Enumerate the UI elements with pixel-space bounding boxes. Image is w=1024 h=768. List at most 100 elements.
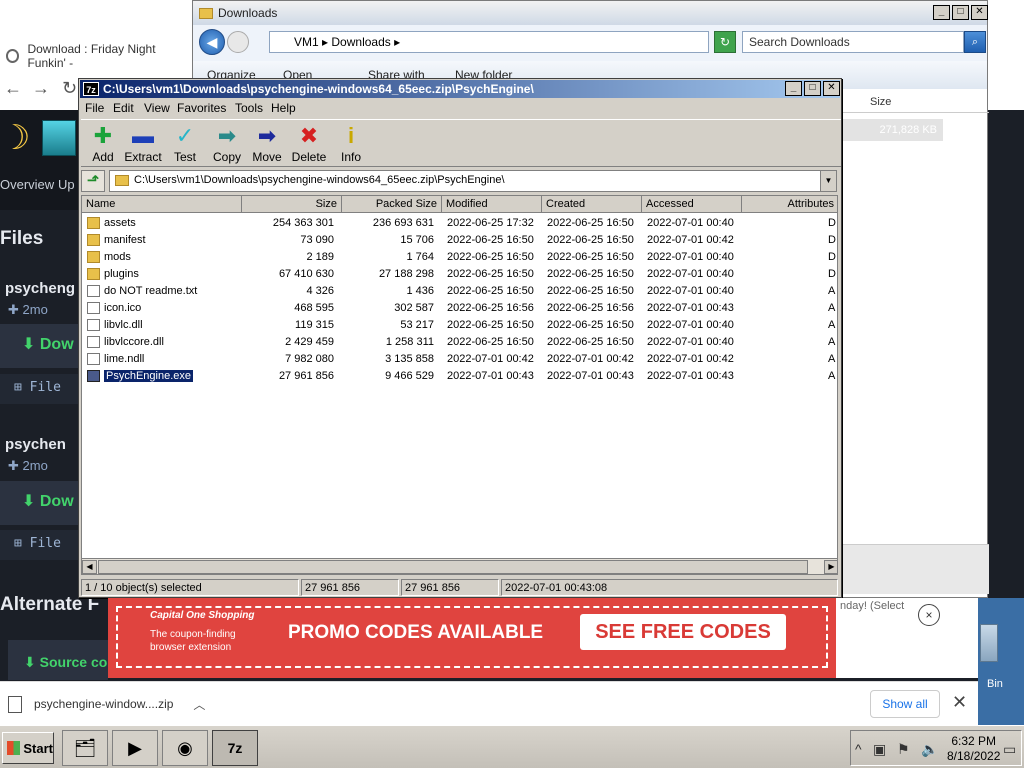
taskbar-media-player-icon[interactable]: ▶ xyxy=(112,730,158,766)
browser-tab[interactable]: Download : Friday Night Funkin' - xyxy=(0,40,195,72)
scroll-left-icon[interactable]: ◀ xyxy=(82,560,97,574)
nav-updates[interactable]: Up xyxy=(58,177,75,192)
move-button[interactable]: ➡ Move xyxy=(245,122,289,166)
clock[interactable]: 6:32 PM 8/18/2022 xyxy=(947,734,1000,764)
table-row[interactable]: plugins 67 410 630 27 188 298 2022-06-25 16… xyxy=(82,266,837,283)
search-input[interactable]: Search Downloads xyxy=(742,31,964,53)
menu-file[interactable]: File xyxy=(85,101,104,115)
cell-accessed: 2022-07-01 00:43 xyxy=(647,370,734,382)
test-button[interactable]: ✓ Test xyxy=(163,122,207,166)
cell-modified: 2022-06-25 16:56 xyxy=(447,302,534,314)
refresh-icon[interactable]: ↻ xyxy=(714,31,736,53)
menu-view[interactable]: View xyxy=(144,101,170,115)
table-row[interactable]: icon.ico 468 595 302 587 2022-06-25 16:56 20… xyxy=(82,300,837,317)
minimize-icon[interactable]: _ xyxy=(933,5,950,20)
file-button[interactable]: ⊞ File xyxy=(0,374,80,404)
file-button[interactable]: ⊞ File xyxy=(0,530,80,560)
cell-size: 2 189 xyxy=(306,251,334,263)
column-header-size[interactable]: Size xyxy=(843,91,989,113)
action-center-icon[interactable]: ⚑ xyxy=(897,741,910,758)
sevenzip-titlebar[interactable]: 7z C:\Users\vm1\Downloads\psychengine-wi… xyxy=(80,80,840,98)
file-icon xyxy=(87,353,100,365)
start-button[interactable]: Start xyxy=(2,732,54,764)
forward-icon[interactable] xyxy=(227,31,249,53)
chevron-down-icon[interactable]: ▼ xyxy=(820,171,836,191)
network-icon[interactable]: ▣ xyxy=(873,741,886,758)
column-packed-size[interactable]: Packed Size xyxy=(342,196,442,213)
extract-button[interactable]: ▬ Extract xyxy=(121,122,165,166)
table-row[interactable]: manifest 73 090 15 706 2022-06-25 16:50 2022… xyxy=(82,232,837,249)
cell-created: 2022-06-25 16:50 xyxy=(547,268,634,280)
table-row[interactable]: mods 2 189 1 764 2022-06-25 16:50 2022-06-25… xyxy=(82,249,837,266)
avatar[interactable] xyxy=(42,120,76,156)
download-button[interactable]: ⬇ Dow xyxy=(0,324,80,368)
menu-tools[interactable]: Tools xyxy=(235,101,263,115)
close-icon[interactable]: ✕ xyxy=(971,5,988,20)
forward-arrow-icon[interactable]: → xyxy=(32,78,50,99)
download-item[interactable]: psychengine-window....zip ︿ xyxy=(0,682,210,726)
reload-icon[interactable]: ↻ xyxy=(62,78,77,99)
ad-cta-button[interactable]: SEE FREE CODES xyxy=(580,614,786,650)
ad-close-button[interactable]: × xyxy=(918,604,940,626)
copy-button[interactable]: ➡ Copy xyxy=(205,122,249,166)
cell-accessed: 2022-07-01 00:42 xyxy=(647,353,734,365)
show-desktop-icon[interactable]: ▭ xyxy=(1003,741,1016,758)
table-row[interactable]: PsychEngine.exe 27 961 856 9 466 529 2022-0… xyxy=(82,368,837,385)
explorer-path[interactable]: VM1 ▸ Downloads ▸ xyxy=(269,31,709,53)
table-row[interactable]: libvlc.dll 119 315 53 217 2022-06-25 16:50 2… xyxy=(82,317,837,334)
chevron-up-icon[interactable]: ︿ xyxy=(193,696,205,713)
scroll-right-icon[interactable]: ▶ xyxy=(824,560,837,574)
path-vm[interactable]: VM1 xyxy=(294,35,319,49)
list-header: Name Size Packed Size Modified Created A… xyxy=(82,196,837,213)
add-button[interactable]: ✚ Add xyxy=(81,122,125,166)
cell-created: 2022-07-01 00:43 xyxy=(547,370,634,382)
cell-created: 2022-06-25 16:50 xyxy=(547,336,634,348)
volume-icon[interactable]: 🔈 xyxy=(921,741,938,758)
nav-overview[interactable]: Overview xyxy=(0,177,54,192)
ad-headline: PROMO CODES AVAILABLE xyxy=(288,622,544,643)
minimize-icon[interactable]: _ xyxy=(785,81,802,96)
search-icon[interactable]: ⌕ xyxy=(964,31,986,53)
scroll-thumb[interactable] xyxy=(98,560,808,574)
column-modified[interactable]: Modified xyxy=(442,196,542,213)
ad-banner[interactable]: Capital One Shopping The coupon-finding … xyxy=(108,598,836,678)
taskbar-explorer-icon[interactable]: 🗂 xyxy=(62,730,108,766)
recycle-bin-icon[interactable] xyxy=(980,624,998,662)
column-name[interactable]: Name xyxy=(82,196,242,213)
cell-packed-size: 27 188 298 xyxy=(378,268,434,280)
column-size[interactable]: Size xyxy=(242,196,342,213)
table-row[interactable]: libvlccore.dll 2 429 459 1 258 311 2022-06-… xyxy=(82,334,837,351)
column-attributes[interactable]: Attributes xyxy=(742,196,837,213)
show-hidden-icons-icon[interactable]: ^ xyxy=(855,741,862,757)
download-button[interactable]: ⬇ Dow xyxy=(0,481,80,525)
back-arrow-icon[interactable]: ← xyxy=(4,78,22,99)
show-all-button[interactable]: Show all xyxy=(870,690,940,718)
taskbar-7zip-icon[interactable]: 7z xyxy=(212,730,258,766)
menu-favorites[interactable]: Favorites xyxy=(177,101,226,115)
delete-button[interactable]: ✖ Delete xyxy=(287,122,331,166)
back-icon[interactable]: ◀ xyxy=(199,29,225,55)
source-code-button[interactable]: ⬇ Source co xyxy=(8,640,108,680)
explorer-titlebar[interactable]: Downloads _ □ ✕ xyxy=(193,1,988,25)
table-row[interactable]: do NOT readme.txt 4 326 1 436 2022-06-25 16… xyxy=(82,283,837,300)
cell-attributes: D xyxy=(828,251,836,263)
table-row[interactable]: lime.ndll 7 982 080 3 135 858 2022-07-01 00… xyxy=(82,351,837,368)
copy-label: Copy xyxy=(212,150,241,164)
info-button[interactable]: i Info xyxy=(329,122,373,166)
close-icon[interactable]: ✕ xyxy=(823,81,840,96)
column-created[interactable]: Created xyxy=(542,196,642,213)
menu-edit[interactable]: Edit xyxy=(113,101,134,115)
path-input[interactable]: C:\Users\vm1\Downloads\psychengine-windo… xyxy=(109,170,837,192)
menu-help[interactable]: Help xyxy=(271,101,296,115)
table-row[interactable]: assets 254 363 301 236 693 631 2022-06-25 1… xyxy=(82,215,837,232)
horizontal-scrollbar[interactable]: ◀ ▶ xyxy=(82,558,837,574)
cell-modified: 2022-06-25 16:50 xyxy=(447,319,534,331)
up-folder-icon[interactable]: ⬏ xyxy=(81,170,105,192)
column-accessed[interactable]: Accessed xyxy=(642,196,742,213)
move-label: Move xyxy=(252,150,282,164)
maximize-icon[interactable]: □ xyxy=(952,5,969,20)
path-folder[interactable]: Downloads xyxy=(331,35,390,49)
maximize-icon[interactable]: □ xyxy=(804,81,821,96)
close-download-bar-icon[interactable]: ✕ xyxy=(952,692,967,713)
taskbar-chrome-icon[interactable]: ◉ xyxy=(162,730,208,766)
